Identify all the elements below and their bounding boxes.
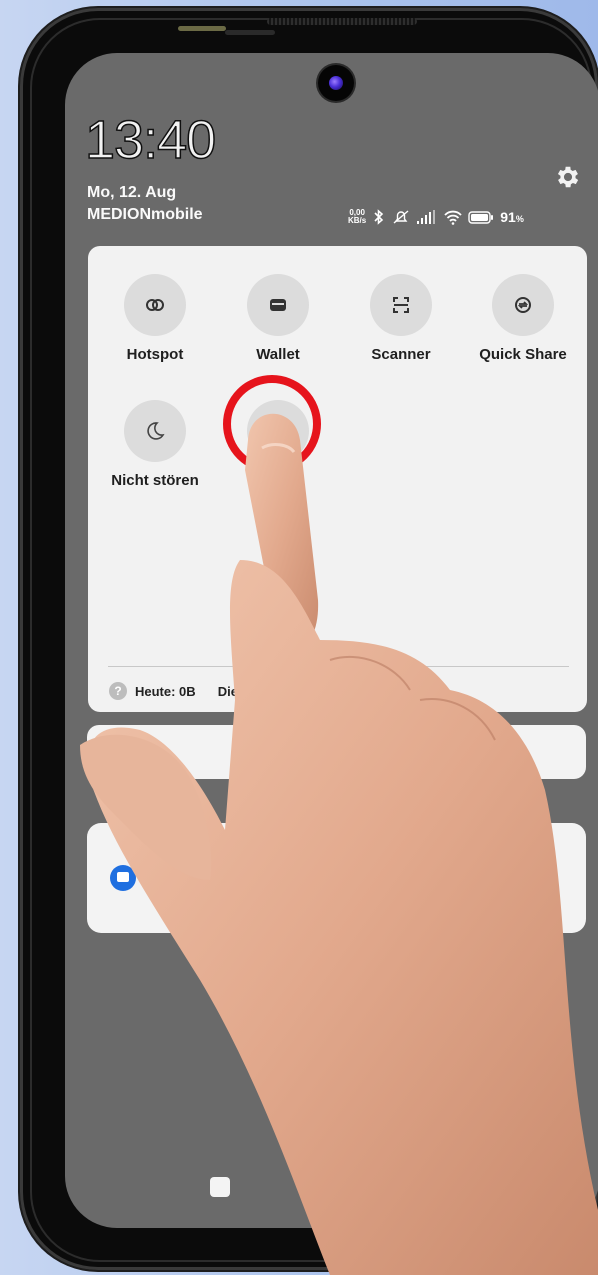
tile-scanner[interactable]: Scanner [341,274,461,363]
tile-do-not-disturb[interactable]: Nicht stören [95,400,215,489]
muted-bell-icon [393,210,409,224]
data-usage-month: Diesen M [217,683,275,699]
hotspot-icon [146,299,164,311]
earpiece-speaker [267,18,417,25]
clock[interactable]: 13:40 [84,109,217,171]
battery-percent: 91% [500,209,524,225]
gear-icon[interactable] [554,163,582,191]
quick-settings-panel: Hotspot Wallet Scanner Quick Share Nicht… [88,246,587,712]
wifi-icon [444,210,462,225]
tile-circle[interactable] [247,274,309,336]
wallet-icon [270,299,286,311]
date: Mo, 12. Aug [87,184,177,201]
media-card[interactable] [87,725,586,779]
carrier-name: MEDIONmobile [87,206,203,223]
phone-screen: 13:40 Mo, 12. Aug MEDIONmobile 0,00 KB/s [65,53,598,1228]
panel-divider [108,666,569,667]
tile-wallet[interactable]: Wallet [218,274,338,363]
scanner-icon [393,297,409,313]
tile-label: Bea [264,472,292,489]
proximity-sensor [178,26,226,31]
bluetooth-icon [374,209,384,225]
help-icon: ? [109,682,127,700]
app-notification-icon [110,865,136,891]
tile-label: Quick Share [479,346,567,363]
tile-hotspot[interactable]: Hotspot [95,274,215,363]
notification-line-2: n mit l [237,875,285,892]
tile-quick-share[interactable]: Quick Share [463,274,583,363]
quick-share-icon [515,297,531,313]
data-usage-footer[interactable]: ? Heute: 0B Diesen M [109,682,275,700]
tile-circle[interactable] [492,274,554,336]
data-usage-today: Heute: 0B [135,683,196,699]
notification-card[interactable]: ite sind n mit l [87,823,586,933]
signal-icon [417,210,436,224]
light-sensor [225,30,275,35]
tile-circle[interactable] [124,400,186,462]
front-camera [318,65,354,101]
highlight-ring [223,375,321,473]
tile-circle[interactable] [370,274,432,336]
home-button[interactable] [210,1177,230,1197]
battery-icon [468,210,494,224]
tile-circle[interactable] [124,274,186,336]
tile-label: Wallet [256,346,300,363]
status-icons: 0,00 KB/s 91% [348,207,524,227]
notification-line-1: ite sind [237,851,294,868]
network-speed: 0,00 KB/s [348,208,367,225]
tile-label: Scanner [371,346,431,363]
tile-label: Nicht stören [111,472,199,489]
phone-frame: 13:40 Mo, 12. Aug MEDIONmobile 0,00 KB/s [20,8,598,1270]
tile-label: Hotspot [126,346,184,363]
do-not-disturb-moon-icon [147,422,165,440]
